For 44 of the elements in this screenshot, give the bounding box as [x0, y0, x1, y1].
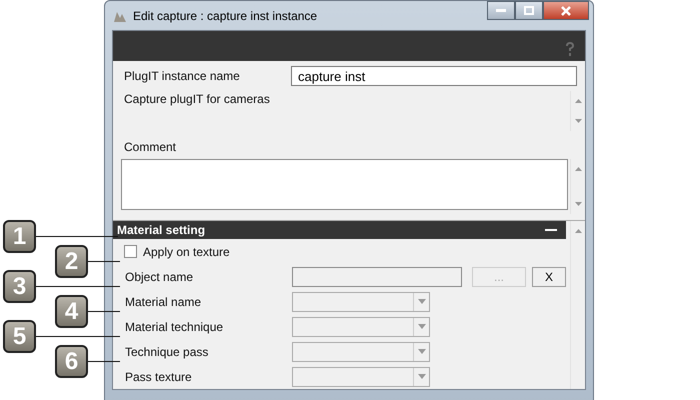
- field-label: Object name: [125, 270, 194, 284]
- field-label: Technique pass: [125, 344, 210, 358]
- scroll-down-icon[interactable]: [574, 202, 582, 206]
- field-label: Material technique: [125, 320, 224, 334]
- leader-line: [88, 360, 120, 362]
- dropdown-arrow-icon: [418, 299, 426, 304]
- comment-label: Comment: [124, 140, 178, 154]
- field-label: PlugIT instance name: [124, 69, 240, 83]
- help-icon[interactable]: [564, 41, 576, 57]
- callout-badge: 6: [55, 345, 88, 378]
- scroll-up-icon[interactable]: [574, 167, 582, 171]
- checkbox-label: Apply on texture: [143, 244, 230, 258]
- maximize-icon: [524, 6, 534, 15]
- callout-badge: 4: [55, 295, 88, 328]
- dropdown-arrow-icon: [418, 349, 426, 354]
- dropdown-arrow-icon: [418, 374, 426, 379]
- callout-badge: 5: [3, 320, 36, 353]
- section-header[interactable]: Material setting: [113, 221, 566, 239]
- collapse-icon[interactable]: [545, 226, 557, 234]
- field-label: Pass texture: [125, 370, 193, 384]
- scroll-up-icon[interactable]: [574, 229, 582, 233]
- callout-badge: 2: [55, 245, 88, 278]
- callout-badge: 1: [3, 220, 36, 253]
- description-text: Capture plugIT for cameras: [124, 91, 271, 108]
- window-title: Edit capture : capture inst instance: [133, 8, 318, 22]
- close-button[interactable]: [543, 1, 589, 20]
- checkbox[interactable]: [124, 245, 137, 258]
- minimize-button[interactable]: [487, 1, 515, 20]
- scroll-up-icon[interactable]: [574, 99, 582, 103]
- instance-name-field[interactable]: capture inst: [291, 66, 577, 86]
- minimize-icon: [496, 8, 506, 12]
- maximize-button[interactable]: [515, 1, 543, 20]
- object-name-field[interactable]: [292, 266, 462, 286]
- close-icon: [560, 6, 572, 16]
- scrollbar[interactable]: [570, 221, 585, 389]
- callout-badge: 3: [3, 270, 36, 303]
- scroll-down-icon[interactable]: [574, 119, 582, 123]
- field-label: Material name: [125, 294, 202, 308]
- comment-field[interactable]: [121, 159, 568, 210]
- field-button[interactable]: X: [532, 266, 566, 286]
- section-title: Material setting: [117, 223, 206, 237]
- leader-line: [88, 310, 120, 312]
- leader-line: [88, 260, 120, 262]
- dropdown-arrow-icon: [418, 324, 426, 329]
